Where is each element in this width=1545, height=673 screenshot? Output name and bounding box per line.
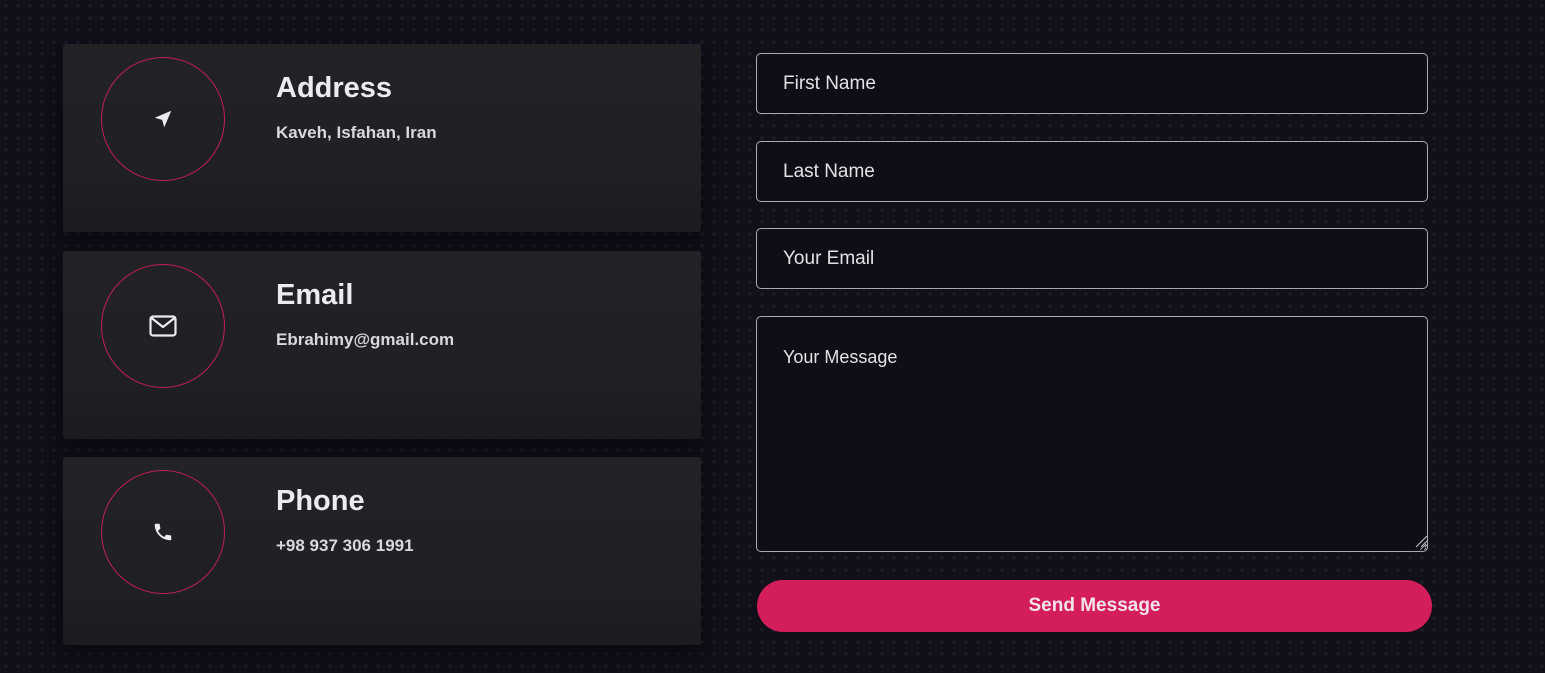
send-message-button[interactable]: Send Message — [757, 580, 1432, 632]
address-icon-circle — [101, 57, 225, 181]
address-title: Address — [276, 72, 393, 104]
phone-icon — [154, 523, 172, 541]
first-name-input[interactable] — [756, 53, 1428, 114]
phone-text: +98 937 306 1991 — [276, 536, 414, 555]
phone-card: Phone +98 937 306 1991 — [63, 457, 701, 645]
message-textarea[interactable] — [756, 316, 1428, 552]
envelope-icon — [149, 315, 177, 337]
email-input[interactable] — [756, 228, 1428, 289]
location-arrow-icon — [154, 110, 172, 128]
resize-handle-icon[interactable] — [1412, 532, 1428, 548]
email-card: Email Ebrahimy@gmail.com — [63, 251, 701, 439]
phone-title: Phone — [276, 485, 365, 517]
last-name-input[interactable] — [756, 141, 1428, 202]
email-icon-circle — [101, 264, 225, 388]
email-title: Email — [276, 279, 354, 311]
email-text: Ebrahimy@gmail.com — [276, 330, 455, 349]
phone-icon-circle — [101, 470, 225, 594]
address-card: Address Kaveh, Isfahan, Iran — [63, 44, 701, 232]
address-text: Kaveh, Isfahan, Iran — [276, 123, 437, 142]
